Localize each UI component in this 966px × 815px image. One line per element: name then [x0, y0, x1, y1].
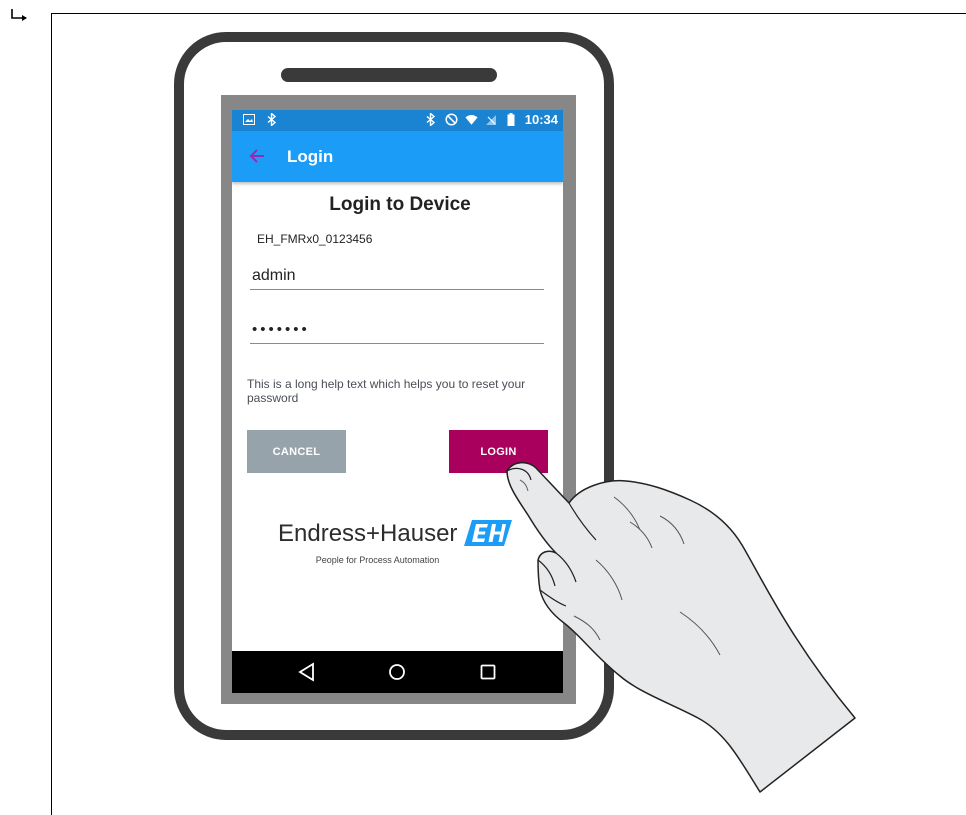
- no-signal-icon: [485, 112, 498, 127]
- result-arrow-icon: [11, 9, 27, 21]
- phone-screen: 10:34 Login Login to Device EH_FMRx0_012…: [232, 110, 563, 693]
- bluetooth-icon: [265, 112, 278, 127]
- status-bar: 10:34: [232, 110, 563, 131]
- help-text: This is a long help text which helps you…: [247, 377, 526, 405]
- username-field[interactable]: [250, 262, 544, 290]
- wifi-icon: [465, 112, 478, 127]
- app-bar: Login: [232, 131, 563, 182]
- android-nav-bar: [232, 651, 563, 693]
- brand-name: Endress+Hauser: [278, 520, 458, 547]
- app-bar-title: Login: [287, 147, 334, 166]
- brand-logo-icon: [464, 520, 512, 546]
- phone-speaker: [281, 68, 497, 82]
- login-button[interactable]: LOGIN: [449, 430, 548, 473]
- nav-recent-icon[interactable]: [477, 662, 499, 682]
- brand-tagline: People for Process Automation: [315, 555, 440, 565]
- nav-back-icon[interactable]: [296, 662, 318, 682]
- bluetooth-icon: [425, 112, 438, 127]
- image-icon: [242, 112, 255, 127]
- do-not-disturb-icon: [445, 112, 458, 127]
- arrow-left-icon[interactable]: [248, 146, 266, 166]
- brand-block: Endress+Hauser People for Process Automa…: [232, 518, 563, 578]
- battery-icon: [505, 112, 518, 127]
- cancel-button[interactable]: CANCEL: [247, 430, 346, 473]
- password-field[interactable]: [250, 316, 544, 344]
- status-time: 10:34: [524, 112, 558, 127]
- page-title: Login to Device: [329, 194, 471, 215]
- nav-home-icon[interactable]: [386, 662, 408, 682]
- device-id-label: EH_FMRx0_0123456: [257, 232, 373, 246]
